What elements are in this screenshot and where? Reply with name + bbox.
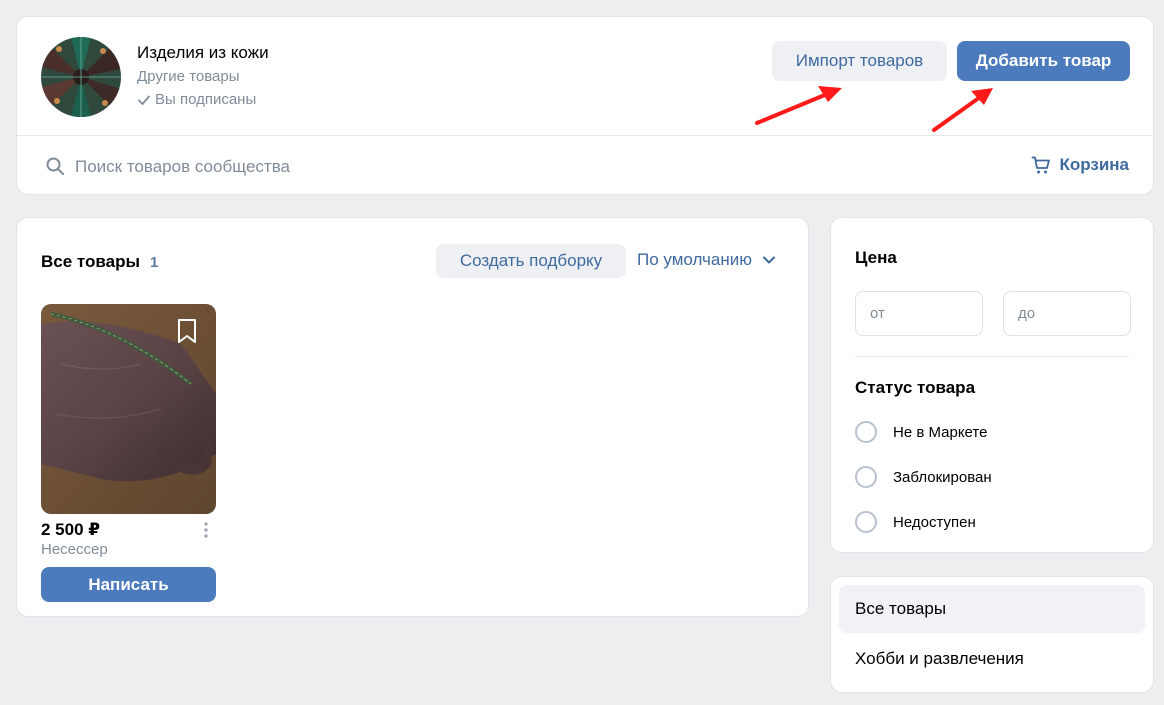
price-row: 2 500 ₽ <box>41 520 216 540</box>
search-icon <box>46 157 64 175</box>
community-category: Другие товары <box>137 68 240 85</box>
status-option-blocked[interactable]: Заблокирован <box>855 466 992 488</box>
radio-button[interactable] <box>855 511 877 533</box>
radio-button[interactable] <box>855 466 877 488</box>
status-option-label: Не в Маркете <box>893 423 988 441</box>
price-from-input[interactable] <box>855 291 983 336</box>
category-item-all[interactable]: Все товары <box>839 585 1145 633</box>
product-name[interactable]: Несессер <box>41 541 216 558</box>
cart-link[interactable]: Корзина <box>1031 155 1129 175</box>
header-divider <box>17 135 1153 136</box>
radio-button[interactable] <box>855 421 877 443</box>
cart-label: Корзина <box>1059 155 1129 174</box>
write-seller-button[interactable]: Написать <box>41 567 216 602</box>
create-collection-button[interactable]: Создать подборку <box>436 244 626 278</box>
price-to-input[interactable] <box>1003 291 1131 336</box>
community-title[interactable]: Изделия из кожи <box>137 43 269 63</box>
products-card: Все товары 1 Создать подборку По умолчан… <box>16 217 809 617</box>
chevron-down-icon <box>762 256 775 264</box>
sort-dropdown[interactable]: По умолчанию <box>637 250 776 270</box>
import-products-button[interactable]: Импорт товаров <box>772 41 947 81</box>
status-option-not-in-market[interactable]: Не в Маркете <box>855 421 987 443</box>
filters-card: Цена Статус товара Не в Маркете Заблокир… <box>830 217 1154 553</box>
category-item-hobby[interactable]: Хобби и развлечения <box>839 635 1145 683</box>
bookmark-icon[interactable] <box>172 316 202 346</box>
more-vertical-icon[interactable] <box>196 520 216 540</box>
check-icon <box>138 95 150 105</box>
community-avatar[interactable] <box>41 37 121 117</box>
product-card[interactable]: 2 500 ₽ Несессер Написать <box>41 304 216 602</box>
section-header: Все товары 1 <box>41 252 158 272</box>
section-title: Все товары <box>41 252 140 271</box>
product-price: 2 500 ₽ <box>41 520 101 539</box>
product-count: 1 <box>149 254 159 271</box>
product-image[interactable] <box>41 304 216 514</box>
filter-divider <box>855 356 1129 357</box>
add-product-button[interactable]: Добавить товар <box>957 41 1130 81</box>
status-option-label: Заблокирован <box>893 468 992 486</box>
status-option-unavailable[interactable]: Недоступен <box>855 511 976 533</box>
categories-card: Все товары Хобби и развлечения <box>830 576 1154 693</box>
sort-label: По умолчанию <box>637 250 752 269</box>
community-header-card: Изделия из кожи Другие товары Вы подписа… <box>16 16 1154 195</box>
cart-icon <box>1032 156 1051 174</box>
subscribed-label: Вы подписаны <box>155 91 257 108</box>
status-option-label: Недоступен <box>893 513 976 531</box>
status-filter-title: Статус товара <box>855 378 976 397</box>
product-search-input[interactable] <box>75 153 875 181</box>
subscription-status[interactable]: Вы подписаны <box>137 91 256 108</box>
price-filter-title: Цена <box>855 248 897 267</box>
